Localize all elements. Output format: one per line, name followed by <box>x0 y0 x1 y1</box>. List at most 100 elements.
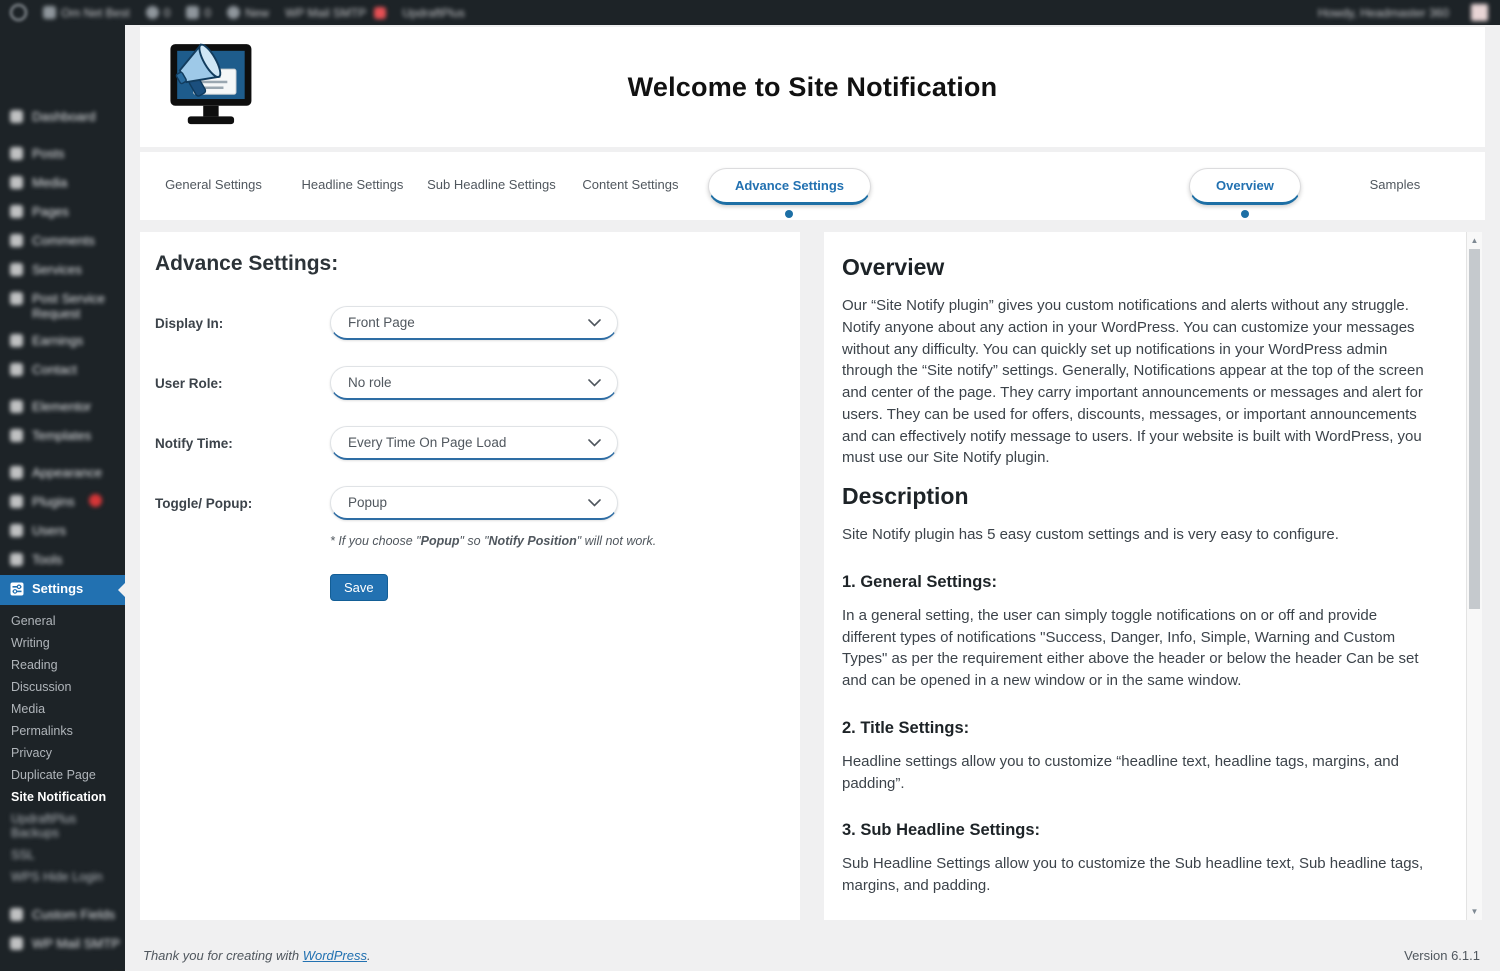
comments-icon <box>186 6 199 19</box>
chevron-down-icon <box>588 375 601 390</box>
overview-intro: Our “Site Notify plugin” gives you custo… <box>842 295 1432 469</box>
services-icon <box>10 263 24 279</box>
tab-general-settings[interactable]: General Settings <box>144 168 283 205</box>
admin-sidebar: Dashboard Posts Media Pages Comments Ser… <box>0 25 125 971</box>
users-icon <box>10 524 24 540</box>
submenu-general[interactable]: General <box>0 610 125 632</box>
overview-panel: Overview Our “Site Notify plugin” gives … <box>824 232 1482 920</box>
sidebar-item-posts[interactable]: Posts <box>0 140 125 169</box>
tab-headline-settings[interactable]: Headline Settings <box>283 168 422 205</box>
tab-content-settings[interactable]: Content Settings <box>561 168 700 205</box>
form-row-notify-time: Notify Time: Every Time On Page Load <box>155 426 780 460</box>
sidebar-item-services[interactable]: Services <box>0 256 125 285</box>
active-tab-indicator-dot <box>785 210 793 218</box>
overview-scrollbar[interactable]: ▲ ▼ <box>1466 232 1482 920</box>
submenu-media[interactable]: Media <box>0 698 125 720</box>
advance-settings-panel: Advance Settings: Display In: Front Page… <box>140 232 800 920</box>
home-icon <box>43 6 56 19</box>
sidebar-item-tools[interactable]: Tools <box>0 546 125 575</box>
wordpress-link[interactable]: WordPress <box>303 948 367 963</box>
sidebar-item-pages[interactable]: Pages <box>0 198 125 227</box>
page-title: Welcome to Site Notification <box>140 72 1485 103</box>
section-body-general: In a general setting, the user can simpl… <box>842 605 1432 692</box>
display-in-label: Display In: <box>155 316 330 331</box>
submenu-privacy[interactable]: Privacy <box>0 742 125 764</box>
submenu-reading[interactable]: Reading <box>0 654 125 676</box>
scrollbar-thumb[interactable] <box>1469 249 1480 609</box>
comments-menu[interactable]: 0 <box>186 6 211 20</box>
section-body-sub-headline: Sub Headline Settings allow you to custo… <box>842 853 1432 897</box>
submenu-ssl[interactable]: SSL <box>0 844 125 866</box>
updraftplus-menu[interactable]: UpdraftPlus <box>402 6 465 20</box>
user-role-select[interactable]: No role <box>330 366 618 400</box>
sidebar-item-post-service-request[interactable]: Post Service Request <box>0 285 125 327</box>
sidebar-item-dashboard[interactable]: Dashboard <box>0 103 125 132</box>
wordpress-logo-icon[interactable] <box>10 4 27 21</box>
submenu-writing[interactable]: Writing <box>0 632 125 654</box>
settings-submenu: General Writing Reading Discussion Media… <box>0 605 125 892</box>
post-service-request-icon <box>10 292 24 308</box>
overview-heading: Overview <box>842 254 1432 281</box>
tabs-bar: General Settings Headline Settings Sub H… <box>140 152 1485 220</box>
submenu-site-notification[interactable]: Site Notification <box>0 786 125 808</box>
smtp-alert-badge <box>374 7 386 19</box>
sidebar-item-comments[interactable]: Comments <box>0 227 125 256</box>
description-intro: Site Notify plugin has 5 easy custom set… <box>842 524 1432 546</box>
sidebar-item-plugins[interactable]: Plugins <box>0 488 125 517</box>
sidebar-item-appearance[interactable]: Appearance <box>0 459 125 488</box>
updates-count: 0 <box>164 6 171 20</box>
sidebar-item-media[interactable]: Media <box>0 169 125 198</box>
save-button[interactable]: Save <box>330 574 388 601</box>
tab-samples[interactable]: Samples <box>1309 168 1481 205</box>
comments-icon <box>10 234 24 250</box>
posts-icon <box>10 147 24 163</box>
sidebar-item-settings[interactable]: Settings <box>0 575 125 605</box>
sidebar-item-contact[interactable]: Contact <box>0 356 125 385</box>
form-row-user-role: User Role: No role <box>155 366 780 400</box>
admin-footer: Thank you for creating with WordPress. V… <box>143 948 1480 963</box>
wp-mail-smtp-label: WP Mail SMTP <box>285 6 366 20</box>
section-heading-title: 2. Title Settings: <box>842 719 1432 738</box>
sidebar-item-custom-fields[interactable]: Custom Fields <box>0 901 125 930</box>
notify-time-select[interactable]: Every Time On Page Load <box>330 426 618 460</box>
toggle-popup-label: Toggle/ Popup: <box>155 496 330 511</box>
submenu-duplicate-page[interactable]: Duplicate Page <box>0 764 125 786</box>
display-in-value: Front Page <box>348 315 415 330</box>
elementor-icon <box>10 400 24 416</box>
tab-sub-headline-settings[interactable]: Sub Headline Settings <box>422 168 561 205</box>
submenu-discussion[interactable]: Discussion <box>0 676 125 698</box>
templates-icon <box>10 429 24 445</box>
sidebar-item-users[interactable]: Users <box>0 517 125 546</box>
scroll-up-arrow-icon[interactable]: ▲ <box>1467 233 1482 248</box>
scroll-down-arrow-icon[interactable]: ▼ <box>1467 904 1482 919</box>
sidebar-item-elementor[interactable]: Elementor <box>0 393 125 422</box>
updates-menu[interactable]: 0 <box>146 6 171 20</box>
tab-advance-settings[interactable]: Advance Settings <box>708 168 871 205</box>
pages-icon <box>10 205 24 221</box>
howdy-label: Howdy, Headmaster 360 <box>1318 6 1449 20</box>
account-menu[interactable]: Howdy, Headmaster 360 <box>1318 4 1488 21</box>
section-heading-sub-headline: 3. Sub Headline Settings: <box>842 821 1432 840</box>
form-row-display-in: Display In: Front Page <box>155 306 780 340</box>
display-in-select[interactable]: Front Page <box>330 306 618 340</box>
sidebar-item-earnings[interactable]: Earnings <box>0 327 125 356</box>
submenu-wps-hide-login[interactable]: WPS Hide Login <box>0 866 125 888</box>
site-name-label: Om Net Best <box>61 6 130 20</box>
site-name-menu[interactable]: Om Net Best <box>43 6 130 20</box>
wp-mail-smtp-menu[interactable]: WP Mail SMTP <box>285 6 386 20</box>
earnings-icon <box>10 334 24 350</box>
active-tab-indicator-dot <box>1241 210 1249 218</box>
footer-thanks: Thank you for creating with WordPress. <box>143 948 371 963</box>
custom-fields-icon <box>10 908 24 924</box>
section-heading-general: 1. General Settings: <box>842 573 1432 592</box>
tab-overview[interactable]: Overview <box>1189 168 1301 205</box>
avatar <box>1471 4 1488 21</box>
submenu-updraftplus-backups[interactable]: UpdraftPlus Backups <box>0 808 125 844</box>
sidebar-item-templates[interactable]: Templates <box>0 422 125 451</box>
appearance-icon <box>10 466 24 482</box>
updraftplus-label: UpdraftPlus <box>402 6 465 20</box>
toggle-popup-select[interactable]: Popup <box>330 486 618 520</box>
new-content-menu[interactable]: New <box>227 6 269 20</box>
sidebar-item-wp-mail-smtp[interactable]: WP Mail SMTP <box>0 930 125 959</box>
submenu-permalinks[interactable]: Permalinks <box>0 720 125 742</box>
